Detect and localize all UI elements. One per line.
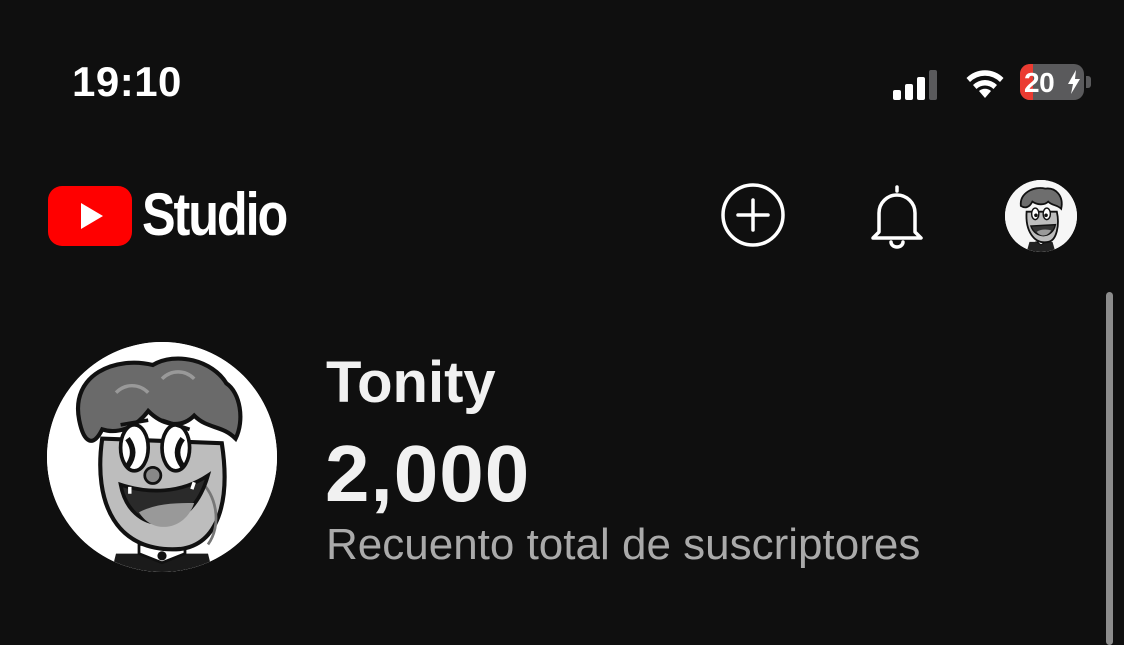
vertical-scrollbar[interactable] (1106, 292, 1113, 645)
avatar (1005, 180, 1077, 252)
bell-icon (871, 185, 923, 249)
channel-avatar (47, 342, 277, 572)
notifications-button[interactable] (862, 180, 932, 250)
subscriber-count-label: Recuento total de suscriptores (326, 520, 921, 569)
channel-avatar-image (47, 342, 277, 572)
status-bar: 19:10 20 (0, 0, 1124, 140)
battery-percentage: 20 (1024, 67, 1055, 98)
account-avatar-button[interactable] (1005, 180, 1077, 252)
youtube-play-logo[interactable] (48, 186, 132, 246)
subscriber-count: 2,000 (325, 429, 531, 518)
charging-bolt-icon (1068, 70, 1080, 94)
wifi-icon (966, 70, 1004, 98)
create-button[interactable] (718, 180, 788, 250)
channel-name: Tonity (326, 350, 496, 415)
status-time: 19:10 (72, 58, 182, 105)
studio-wordmark: Studio (142, 181, 288, 248)
cellular-signal-icon (893, 70, 937, 100)
battery-indicator: 20 (1020, 64, 1092, 100)
plus-circle-icon (721, 183, 785, 247)
